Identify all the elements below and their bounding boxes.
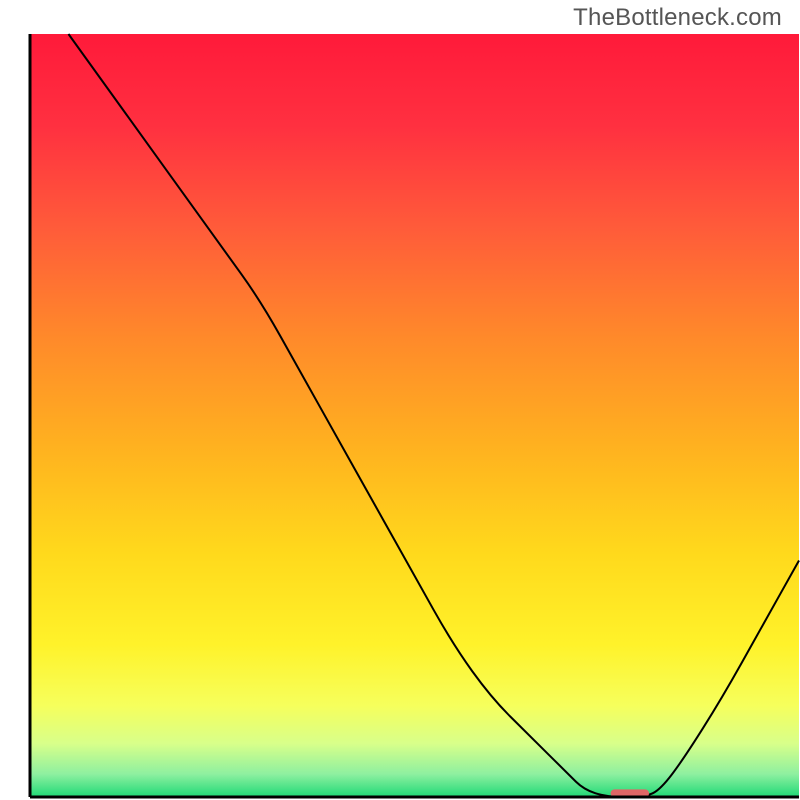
plot-background [30, 34, 799, 797]
chart-canvas: TheBottleneck.com [0, 0, 800, 800]
chart-svg [0, 0, 800, 800]
